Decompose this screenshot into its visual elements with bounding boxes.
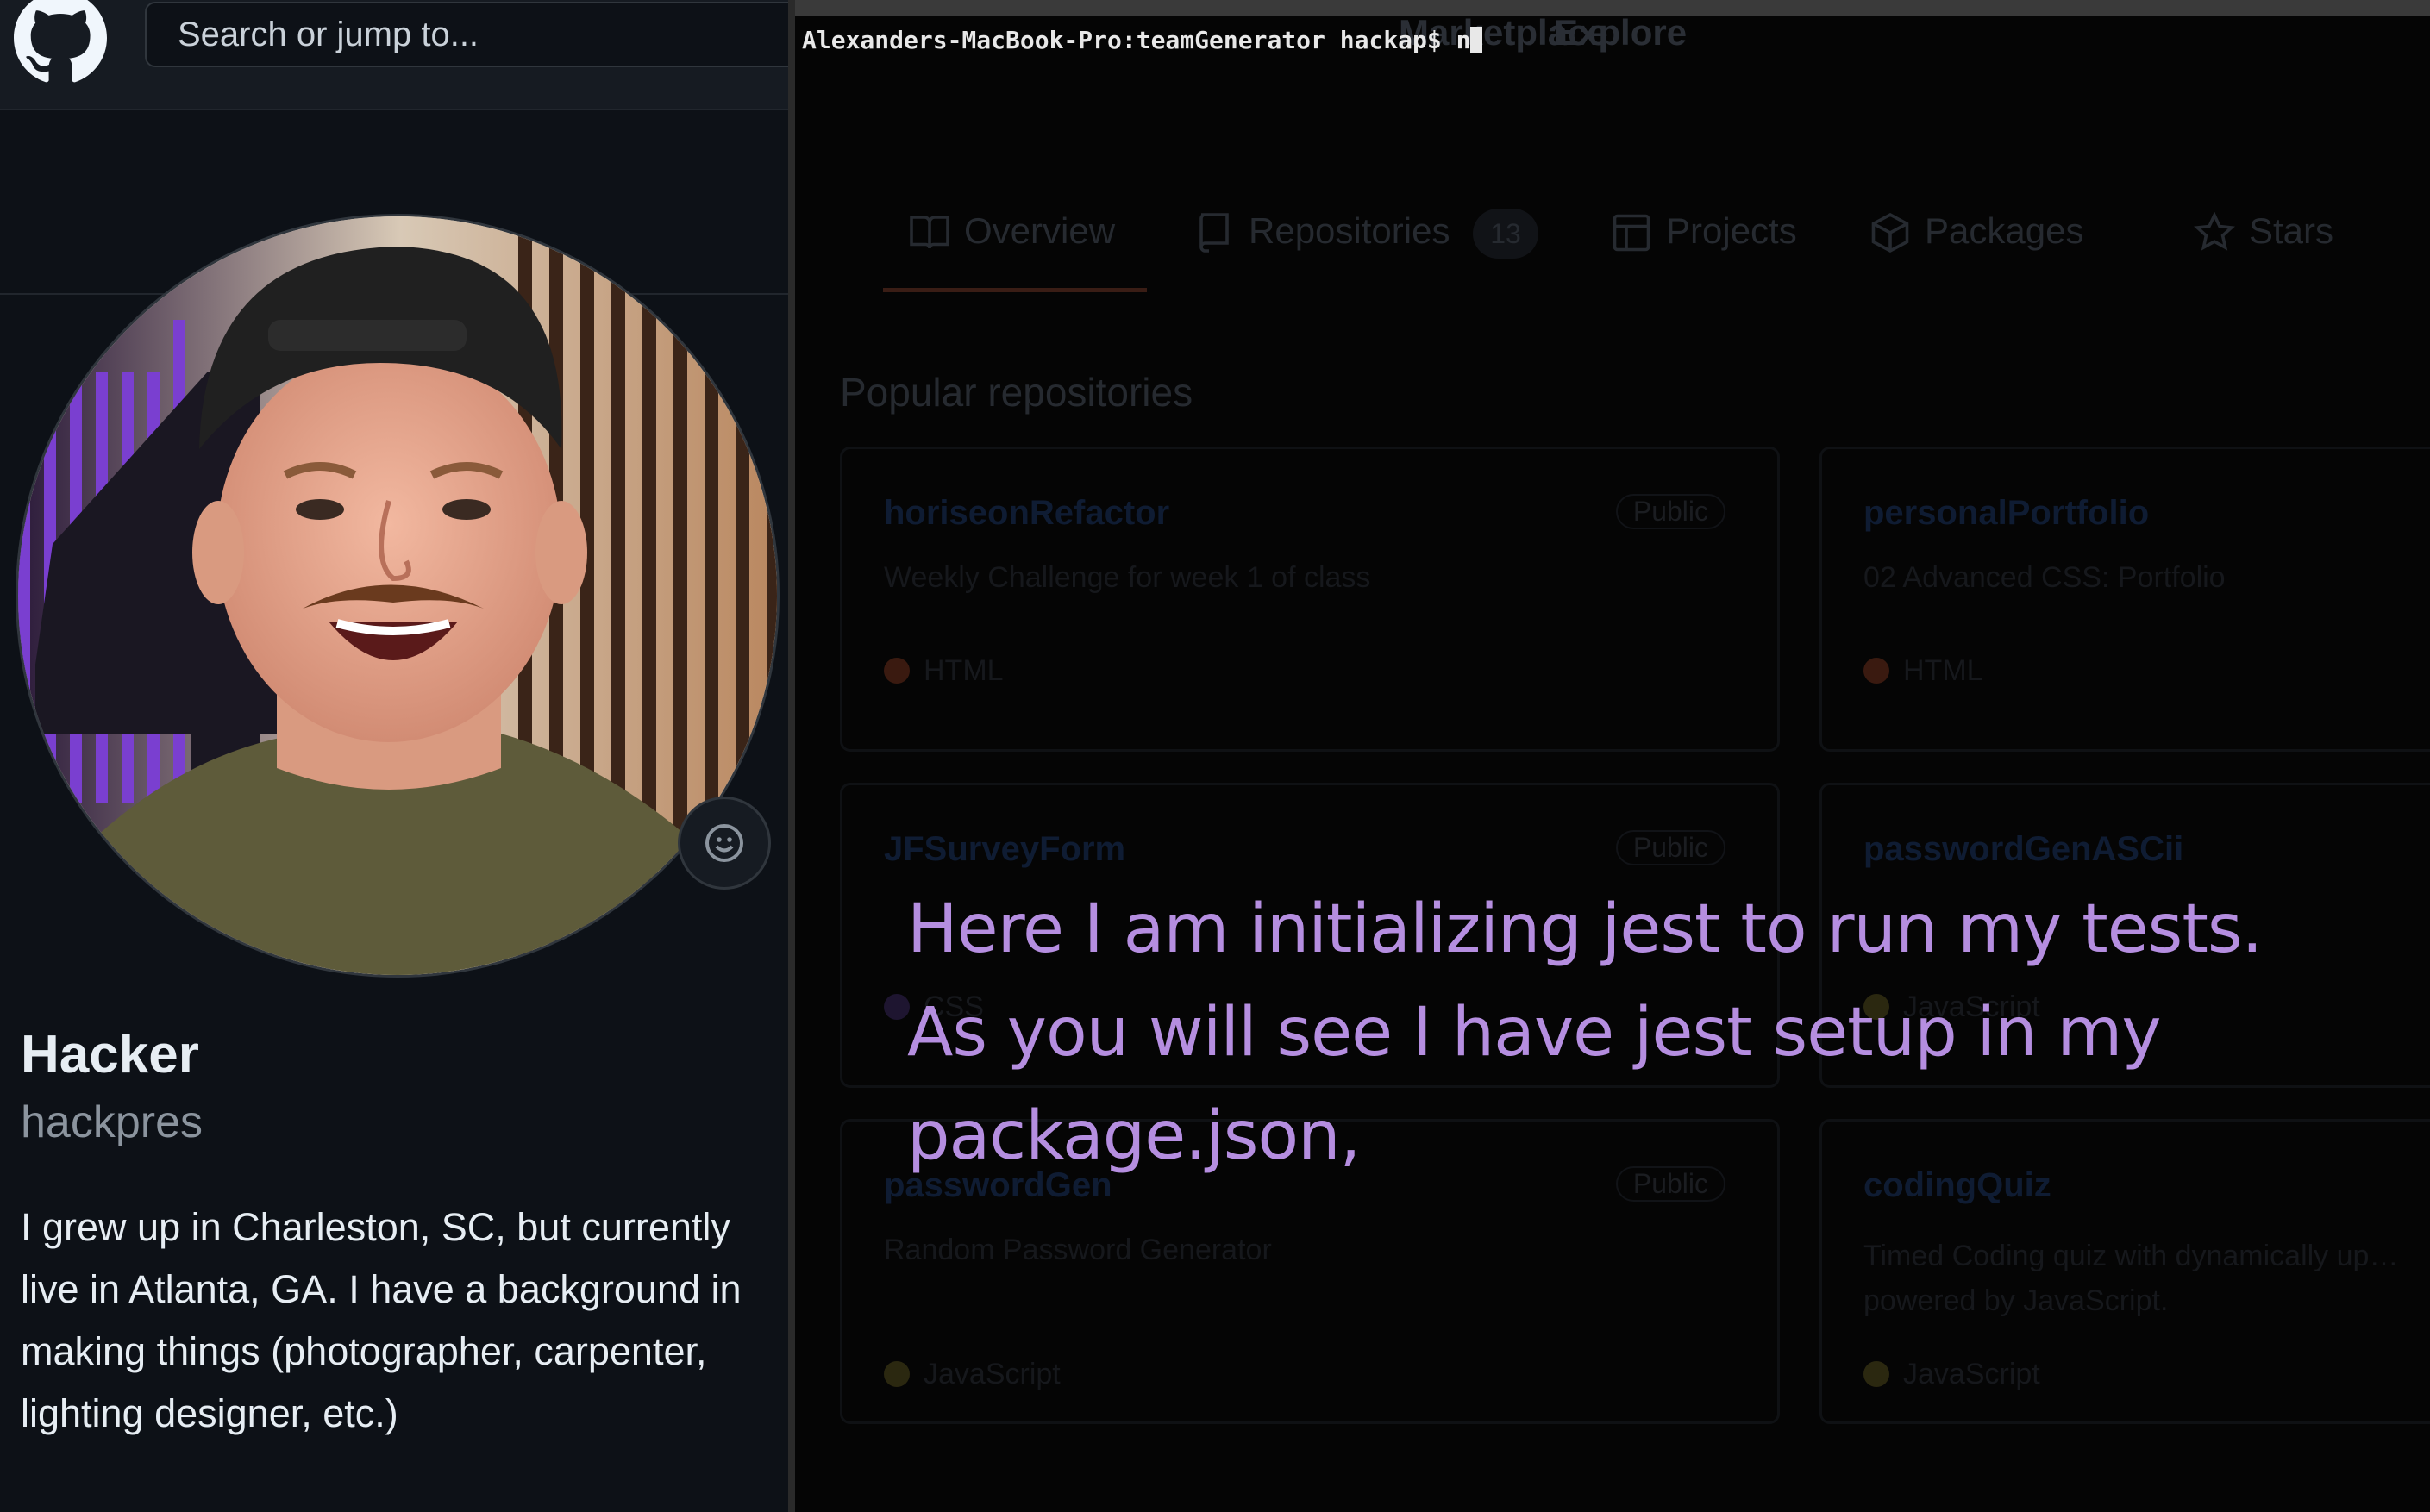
avatar-photo <box>18 216 777 975</box>
set-status-button[interactable] <box>678 797 771 890</box>
language-color-dot <box>1863 658 1889 684</box>
repositories-count-badge: 13 <box>1473 209 1538 259</box>
repo-name[interactable]: passwordGenASCii <box>1863 830 2183 869</box>
popular-repositories-heading: Popular repositories <box>840 370 1193 415</box>
profile-username: hackpres <box>21 1097 203 1147</box>
repo-description: Random Password Generator <box>884 1234 1272 1266</box>
repo-name[interactable]: horiseonRefactor <box>884 494 1169 533</box>
repo-icon <box>1199 213 1229 253</box>
nav-explore-link[interactable]: Explore <box>1554 12 1687 53</box>
language-color-dot <box>1863 1361 1889 1387</box>
tab-overview-label: Overview <box>964 210 1116 251</box>
caption-line: As you will see I have jest setup in my <box>907 994 2162 1072</box>
repo-description: 02 Advanced CSS: Portfolio <box>1863 561 2226 594</box>
video-caption: Here I am initializing jest to run my te… <box>907 878 2425 1188</box>
repo-description: Timed Coding quiz with dynamically up… p… <box>1863 1240 2399 1317</box>
repo-language-label: HTML <box>924 654 1004 687</box>
visibility-badge: Public <box>1615 494 1725 529</box>
repo-language-label: JavaScript <box>924 1358 1061 1390</box>
repo-description: Weekly Challenge for week 1 of class <box>884 561 1371 594</box>
terminal-window[interactable]: Marketplace Explore Alexanders-MacBook-P… <box>795 0 2430 1512</box>
tab-overview[interactable]: Overview <box>910 210 1116 252</box>
tab-stars-label: Stars <box>2249 210 2334 251</box>
tab-repositories[interactable]: Repositories <box>1199 210 1450 253</box>
language-color-dot <box>884 994 910 1020</box>
smiley-icon <box>705 824 743 862</box>
package-icon <box>1871 212 1909 253</box>
star-icon <box>2194 212 2235 251</box>
repo-language: JavaScript <box>884 1358 1061 1391</box>
repo-language: JavaScript <box>1863 1358 2040 1391</box>
caption-line: Here I am initializing jest to run my te… <box>907 890 2263 968</box>
repo-language-label: HTML <box>1903 654 1983 687</box>
repo-language: HTML <box>1863 654 1983 688</box>
repo-name[interactable]: JFSurveyForm <box>884 830 1125 869</box>
visibility-badge: Public <box>1615 830 1725 865</box>
repo-name[interactable]: personalPortfolio <box>1863 494 2149 533</box>
profile-avatar[interactable] <box>16 214 780 978</box>
terminal-cursor <box>1470 27 1483 53</box>
repo-language-label: JavaScript <box>1903 1358 2040 1390</box>
tab-projects[interactable]: Projects <box>1613 210 1797 252</box>
github-logo-icon[interactable] <box>14 0 107 84</box>
repo-language: HTML <box>884 654 1004 688</box>
active-tab-indicator <box>883 288 1147 292</box>
github-profile-panel: Search or jump to... Hacker hackpres I g… <box>0 0 792 1512</box>
profile-bio: I grew up in Charleston, SC, but current… <box>21 1205 742 1435</box>
repo-card[interactable]: personalPortfolio 02 Advanced CSS: Portf… <box>1819 447 2430 752</box>
terminal-prompt[interactable]: Alexanders-MacBook-Pro:teamGenerator hac… <box>802 26 1483 54</box>
caption-line: package.json, <box>907 1097 1361 1175</box>
table-icon <box>1613 214 1650 252</box>
language-color-dot <box>884 658 910 684</box>
tab-packages-label: Packages <box>1925 210 2084 251</box>
tab-stars[interactable]: Stars <box>2194 210 2334 252</box>
profile-name: Hacker <box>21 1025 199 1084</box>
tab-repositories-label: Repositories <box>1249 210 1450 251</box>
tab-projects-label: Projects <box>1666 210 1797 251</box>
book-icon <box>910 216 949 249</box>
repo-card[interactable]: horiseonRefactor Public Weekly Challenge… <box>840 447 1780 752</box>
language-color-dot <box>884 1361 910 1387</box>
tab-packages[interactable]: Packages <box>1871 210 2084 253</box>
search-placeholder: Search or jump to... <box>178 16 479 53</box>
terminal-prompt-text: Alexanders-MacBook-Pro:teamGenerator hac… <box>802 26 1471 54</box>
search-input[interactable]: Search or jump to... <box>145 2 792 67</box>
github-header: Search or jump to... <box>0 0 792 110</box>
window-divider <box>788 0 795 1512</box>
